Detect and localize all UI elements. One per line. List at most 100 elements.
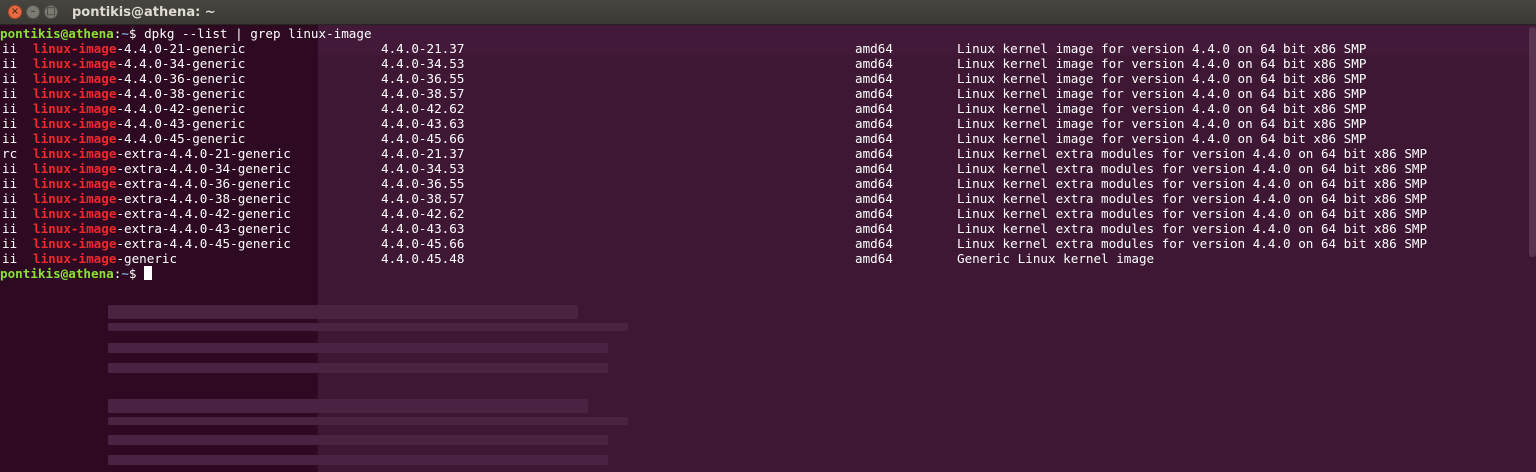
package-architecture: amd64 bbox=[855, 251, 893, 266]
window-title: pontikis@athena: ~ bbox=[72, 4, 216, 20]
package-status: ii bbox=[2, 191, 18, 206]
package-name: linux-image-generic bbox=[33, 251, 177, 266]
package-description: Generic Linux kernel image bbox=[957, 251, 1155, 266]
package-name: linux-image-4.4.0-38-generic bbox=[33, 86, 245, 101]
package-version: 4.4.0-34.53 bbox=[381, 56, 465, 71]
package-status: ii bbox=[2, 161, 18, 176]
minimize-button[interactable]: – bbox=[26, 5, 40, 19]
package-architecture: amd64 bbox=[855, 236, 893, 251]
package-status: ii bbox=[2, 176, 18, 191]
package-version: 4.4.0-42.62 bbox=[381, 101, 465, 116]
prompt-path: ~ bbox=[121, 266, 129, 281]
package-name-rest: -4.4.0-42-generic bbox=[116, 101, 246, 116]
text-cursor bbox=[144, 266, 153, 280]
package-name: linux-image-4.4.0-36-generic bbox=[33, 71, 245, 86]
grep-match: linux-image bbox=[33, 206, 117, 221]
package-status: ii bbox=[2, 116, 18, 131]
package-name: linux-image-4.4.0-43-generic bbox=[33, 116, 245, 131]
maximize-button[interactable]: □ bbox=[44, 5, 58, 19]
prompt-symbol: $ bbox=[128, 26, 145, 41]
package-name-rest: -4.4.0-45-generic bbox=[116, 131, 246, 146]
package-version: 4.4.0-38.57 bbox=[381, 86, 465, 101]
package-architecture: amd64 bbox=[855, 146, 893, 161]
package-name-rest: -extra-4.4.0-21-generic bbox=[116, 146, 291, 161]
background-result-url bbox=[108, 417, 628, 425]
package-architecture: amd64 bbox=[855, 161, 893, 176]
package-description: Linux kernel image for version 4.4.0 on … bbox=[957, 101, 1367, 116]
package-architecture: amd64 bbox=[855, 101, 893, 116]
package-version: 4.4.0-42.62 bbox=[381, 206, 465, 221]
active-prompt-line[interactable]: pontikis@athena:~$ bbox=[0, 266, 153, 281]
package-name-rest: -extra-4.4.0-36-generic bbox=[116, 176, 291, 191]
package-version: 4.4.0-43.63 bbox=[381, 116, 465, 131]
package-version: 4.4.0-43.63 bbox=[381, 221, 465, 236]
background-result-url bbox=[108, 323, 628, 331]
package-version: 4.4.0-38.57 bbox=[381, 191, 465, 206]
package-name: linux-image-4.4.0-45-generic bbox=[33, 131, 245, 146]
package-version: 4.4.0-36.55 bbox=[381, 176, 465, 191]
package-description: Linux kernel extra modules for version 4… bbox=[957, 161, 1428, 176]
package-version: 4.4.0-45.66 bbox=[381, 236, 465, 251]
grep-match: linux-image bbox=[33, 146, 117, 161]
prompt-path: ~ bbox=[121, 26, 129, 41]
package-name-rest: -4.4.0-38-generic bbox=[116, 86, 246, 101]
terminal-scrollbar[interactable] bbox=[1529, 27, 1536, 257]
title-bar[interactable]: × – □ pontikis@athena: ~ bbox=[0, 0, 1536, 25]
package-version: 4.4.0-21.37 bbox=[381, 146, 465, 161]
grep-match: linux-image bbox=[33, 251, 117, 266]
background-result-title bbox=[108, 305, 578, 319]
package-name-rest: -extra-4.4.0-42-generic bbox=[116, 206, 291, 221]
grep-match: linux-image bbox=[33, 176, 117, 191]
package-description: Linux kernel extra modules for version 4… bbox=[957, 221, 1428, 236]
package-name: linux-image-extra-4.4.0-45-generic bbox=[33, 236, 291, 251]
grep-match: linux-image bbox=[33, 161, 117, 176]
background-result-snippet bbox=[108, 363, 608, 373]
background-result-snippet bbox=[108, 455, 608, 465]
package-status: ii bbox=[2, 131, 18, 146]
package-version: 4.4.0-45.66 bbox=[381, 131, 465, 146]
package-architecture: amd64 bbox=[855, 131, 893, 146]
package-description: Linux kernel image for version 4.4.0 on … bbox=[957, 71, 1367, 86]
package-description: Linux kernel extra modules for version 4… bbox=[957, 191, 1428, 206]
grep-match: linux-image bbox=[33, 131, 117, 146]
close-button[interactable]: × bbox=[8, 5, 22, 19]
package-status: ii bbox=[2, 41, 18, 56]
command-line: pontikis@athena:~$ dpkg --list | grep li… bbox=[0, 26, 372, 41]
package-status: rc bbox=[2, 146, 18, 161]
grep-match: linux-image bbox=[33, 221, 117, 236]
package-description: Linux kernel image for version 4.4.0 on … bbox=[957, 116, 1367, 131]
grep-match: linux-image bbox=[33, 101, 117, 116]
package-architecture: amd64 bbox=[855, 116, 893, 131]
package-status: ii bbox=[2, 101, 18, 116]
terminal-window: × – □ pontikis@athena: ~ pontikis@athena… bbox=[0, 0, 1536, 472]
package-status: ii bbox=[2, 56, 18, 71]
package-name-rest: -extra-4.4.0-45-generic bbox=[116, 236, 291, 251]
grep-match: linux-image bbox=[33, 236, 117, 251]
package-architecture: amd64 bbox=[855, 86, 893, 101]
package-architecture: amd64 bbox=[855, 221, 893, 236]
package-name: linux-image-extra-4.4.0-38-generic bbox=[33, 191, 291, 206]
package-description: Linux kernel image for version 4.4.0 on … bbox=[957, 86, 1367, 101]
package-name-rest: -extra-4.4.0-43-generic bbox=[116, 221, 291, 236]
package-name: linux-image-extra-4.4.0-42-generic bbox=[33, 206, 291, 221]
package-name-rest: -generic bbox=[116, 251, 178, 266]
package-version: 4.4.0.45.48 bbox=[381, 251, 465, 266]
package-architecture: amd64 bbox=[855, 191, 893, 206]
package-name: linux-image-4.4.0-42-generic bbox=[33, 101, 245, 116]
prompt-user-host: pontikis@athena bbox=[0, 26, 114, 41]
package-status: ii bbox=[2, 221, 18, 236]
package-version: 4.4.0-34.53 bbox=[381, 161, 465, 176]
package-name-rest: -extra-4.4.0-34-generic bbox=[116, 161, 291, 176]
terminal-area[interactable]: pontikis@athena:~$ dpkg --list | grep li… bbox=[0, 25, 1536, 472]
package-status: ii bbox=[2, 86, 18, 101]
grep-match: linux-image bbox=[33, 41, 117, 56]
package-status: ii bbox=[2, 251, 18, 266]
package-architecture: amd64 bbox=[855, 206, 893, 221]
package-version: 4.4.0-21.37 bbox=[381, 41, 465, 56]
package-name: linux-image-extra-4.4.0-21-generic bbox=[33, 146, 291, 161]
background-result-snippet bbox=[108, 435, 608, 445]
grep-match: linux-image bbox=[33, 56, 117, 71]
grep-match: linux-image bbox=[33, 71, 117, 86]
package-name: linux-image-4.4.0-21-generic bbox=[33, 41, 245, 56]
package-description: Linux kernel extra modules for version 4… bbox=[957, 236, 1428, 251]
